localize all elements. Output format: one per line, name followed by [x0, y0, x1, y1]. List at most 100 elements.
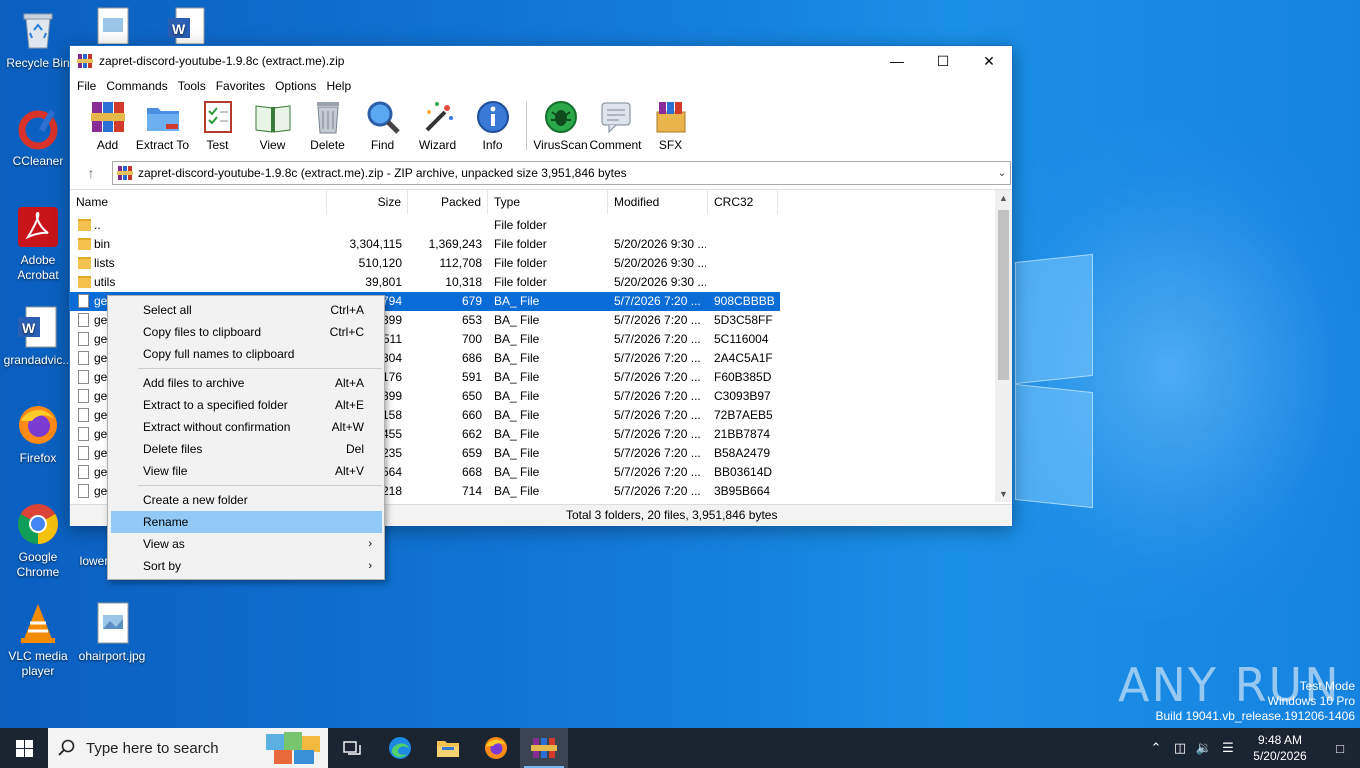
find-button[interactable]: Find [355, 98, 410, 152]
network-signal-icon[interactable]: ☰ [1216, 740, 1240, 756]
desktop-icon-firefox[interactable]: Firefox [0, 403, 76, 466]
menu-item-extract-to-a-specified-folder[interactable]: Extract to a specified folder Alt+E [111, 394, 382, 416]
cell-type: BA_ File [494, 446, 540, 460]
info-button[interactable]: Info [465, 98, 520, 152]
up-arrow-icon[interactable]: ↑ [70, 161, 112, 185]
add-button[interactable]: Add [80, 98, 135, 152]
menu-options[interactable]: Options [270, 79, 321, 93]
network-icon[interactable]: ◫ [1168, 740, 1192, 756]
address-bar: ↑ zapret-discord-youtube-1.9.8c (extract… [70, 160, 1012, 186]
cell-crc [714, 273, 780, 292]
menu-item-sort-by[interactable]: Sort by › [111, 555, 382, 577]
virusscan-label: VirusScan [533, 138, 588, 152]
virusscan-button[interactable]: VirusScan [533, 98, 588, 152]
desktop-icon-ccleaner[interactable]: CCleaner [0, 106, 76, 169]
menu-item-label: Delete files [143, 442, 203, 456]
comment-button[interactable]: Comment [588, 98, 643, 152]
cell-packed: 112,708 [439, 256, 483, 270]
menu-item-rename[interactable]: Rename [111, 511, 382, 533]
taskbar-firefox[interactable] [472, 728, 520, 768]
delete-label: Delete [310, 138, 345, 152]
archive-path-field[interactable]: zapret-discord-youtube-1.9.8c (extract.m… [112, 161, 1011, 185]
vertical-scrollbar[interactable]: ▲ ▼ [995, 190, 1012, 502]
close-button[interactable]: ✕ [966, 46, 1012, 76]
desktop-icon-vlc[interactable]: VLC media player [0, 601, 76, 679]
file-icon [78, 294, 89, 308]
cell-modified: 5/7/2026 7:20 ... [614, 408, 701, 422]
taskbar-winrar[interactable] [520, 728, 568, 768]
desktop-icon-recycle-bin[interactable]: Recycle Bin [0, 8, 76, 71]
desktop-icon-adobe-acrobat[interactable]: Adobe Acrobat [0, 205, 76, 283]
acrobat-icon [16, 205, 60, 249]
menu-item-view-as[interactable]: View as › [111, 533, 382, 555]
column-modified[interactable]: Modified [608, 190, 708, 214]
extract-to-button[interactable]: Extract To [135, 98, 190, 152]
cell-type: BA_ File [494, 370, 540, 384]
search-box[interactable]: Type here to search [48, 728, 328, 768]
title-bar[interactable]: zapret-discord-youtube-1.9.8c (extract.m… [70, 46, 1012, 76]
folder-icon [437, 741, 459, 757]
menu-item-select-all[interactable]: Select all Ctrl+A [111, 299, 382, 321]
table-row[interactable]: utils 39,801 10,318 File folder 5/20/2026 9:… [70, 273, 780, 292]
cell-crc: 21BB7874 [714, 427, 771, 441]
cell-crc [714, 254, 780, 273]
menu-item-copy-files-to-clipboard[interactable]: Copy files to clipboard Ctrl+C [111, 321, 382, 343]
menu-item-shortcut: Del [345, 442, 364, 456]
chevron-up-icon[interactable]: ⌃ [1144, 740, 1168, 756]
notification-icon[interactable]: □ [1320, 741, 1360, 756]
view-button[interactable]: View [245, 98, 300, 152]
cell-modified [614, 216, 706, 235]
scroll-up-icon[interactable]: ▲ [995, 190, 1012, 207]
desktop-icon-label: ohairport.jpg [78, 649, 146, 663]
menu-item-delete-files[interactable]: Delete files Del [111, 438, 382, 460]
sfx-button[interactable]: SFX [643, 98, 698, 152]
chevron-down-icon[interactable]: ⌄ [994, 168, 1010, 179]
cell-modified: 5/7/2026 7:20 ... [614, 370, 701, 384]
desktop-icon-image-top[interactable] [74, 4, 150, 45]
column-type[interactable]: Type [488, 190, 608, 214]
scroll-down-icon[interactable]: ▼ [995, 486, 1012, 502]
cell-modified: 5/7/2026 7:20 ... [614, 484, 701, 498]
table-row[interactable]: .. File folder [70, 216, 780, 235]
task-view-button[interactable] [328, 728, 376, 768]
volume-icon[interactable]: 🔉 [1192, 740, 1216, 756]
cell-modified: 5/20/2026 9:30 ... [614, 275, 706, 289]
cell-type: File folder [494, 275, 547, 289]
column-name[interactable]: Name [70, 190, 327, 214]
maximize-button[interactable]: ☐ [920, 46, 966, 76]
desktop-icon-grandadvic[interactable]: W grandadvic... [0, 305, 76, 368]
delete-button[interactable]: Delete [300, 98, 355, 152]
table-row[interactable]: lists 510,120 112,708 File folder 5/20/2026 … [70, 254, 780, 273]
menu-favorites[interactable]: Favorites [211, 79, 270, 93]
taskbar-edge[interactable] [376, 728, 424, 768]
menu-tools[interactable]: Tools [173, 79, 211, 93]
column-size[interactable]: Size [327, 190, 408, 214]
minimize-button[interactable]: — [874, 46, 920, 76]
menu-item-view-file[interactable]: View file Alt+V [111, 460, 382, 482]
menu-commands[interactable]: Commands [101, 79, 172, 93]
wizard-button[interactable]: Wizard [410, 98, 465, 152]
column-crc32[interactable]: CRC32 [708, 190, 778, 214]
desktop-icon-ohairport[interactable]: ohairport.jpg [74, 601, 150, 664]
menu-item-add-files-to-archive[interactable]: Add files to archive Alt+A [111, 372, 382, 394]
cell-type: File folder [494, 256, 547, 270]
menu-item-extract-without-confirmation[interactable]: Extract without confirmation Alt+W [111, 416, 382, 438]
scrollbar-thumb[interactable] [998, 210, 1009, 380]
menu-item-shortcut: Alt+V [334, 464, 364, 478]
cell-packed: 660 [461, 408, 482, 422]
menu-help[interactable]: Help [321, 79, 356, 93]
desktop-icon-word-top[interactable]: W [148, 4, 224, 45]
menu-file[interactable]: File [72, 79, 101, 93]
taskbar-file-explorer[interactable] [424, 728, 472, 768]
start-button[interactable] [0, 728, 48, 768]
menu-item-create-a-new-folder[interactable]: Create a new folder [111, 489, 382, 511]
file-icon [78, 484, 89, 498]
menu-item-label: Select all [143, 303, 192, 317]
menu-item-copy-full-names-to-clipboard[interactable]: Copy full names to clipboard [111, 343, 382, 365]
clock[interactable]: 9:48 AM 5/20/2026 [1240, 732, 1320, 764]
column-packed[interactable]: Packed [408, 190, 488, 214]
test-button[interactable]: Test [190, 98, 245, 152]
table-row[interactable]: bin 3,304,115 1,369,243 File folder 5/20/202… [70, 235, 780, 254]
menu-separator [138, 485, 382, 486]
search-placeholder: Type here to search [86, 739, 219, 757]
